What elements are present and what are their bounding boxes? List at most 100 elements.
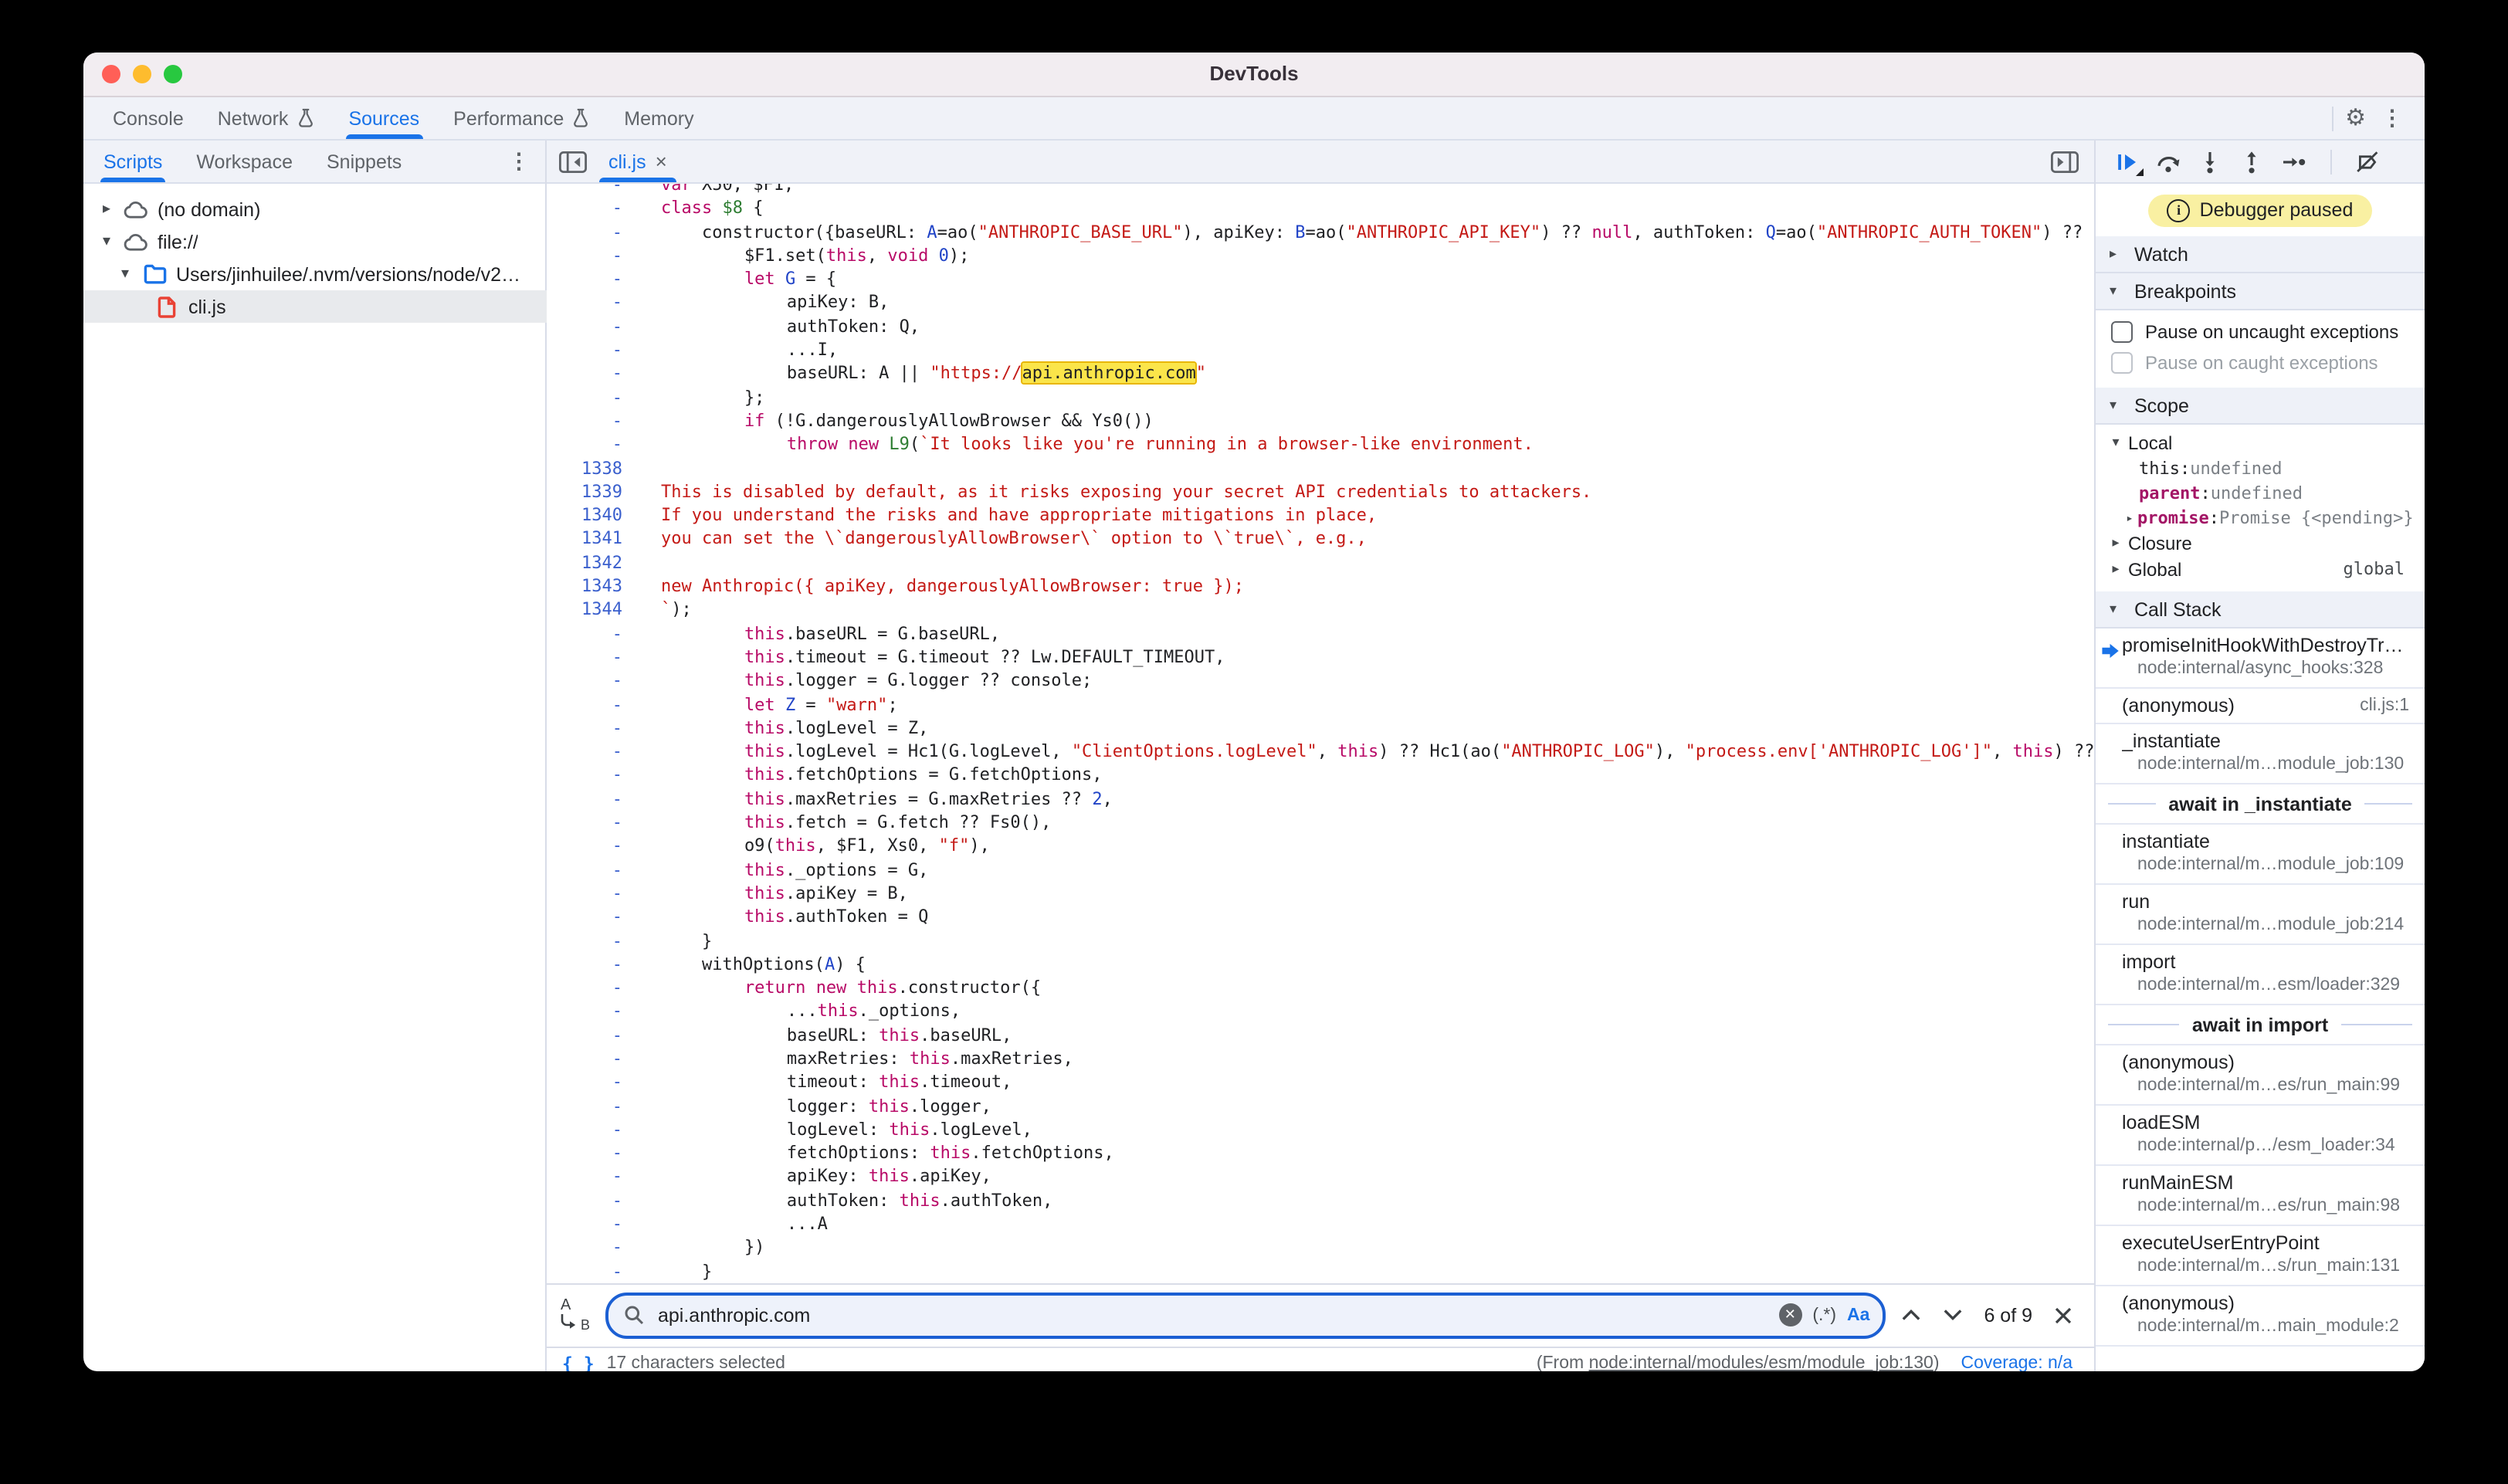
chevron-down-icon[interactable]: ▾ bbox=[99, 233, 114, 250]
coverage-link[interactable]: Coverage: n/a bbox=[1961, 1355, 2073, 1371]
callstack-frame[interactable]: (anonymous)node:internal/m…es/run_main:9… bbox=[2096, 1045, 2425, 1106]
line-gutter[interactable]: - bbox=[547, 717, 622, 740]
chevron-right-icon[interactable]: ▸ bbox=[2108, 534, 2123, 551]
breakpoint-option[interactable]: Pause on uncaught exceptions bbox=[2096, 317, 2425, 347]
line-gutter[interactable]: 1339 bbox=[547, 480, 622, 504]
collapse-right-panel-icon[interactable] bbox=[2051, 151, 2079, 172]
line-gutter[interactable]: - bbox=[547, 1212, 622, 1236]
line-gutter[interactable]: 1340 bbox=[547, 503, 622, 527]
main-tab-memory[interactable]: Memory bbox=[607, 97, 710, 139]
scope-prop-this[interactable]: this: undefined bbox=[2096, 456, 2425, 480]
scope-prop-promise[interactable]: ▸promise: Promise {<pending>} bbox=[2096, 505, 2425, 530]
line-gutter[interactable]: - bbox=[547, 385, 622, 409]
line-gutter[interactable]: - bbox=[547, 338, 622, 362]
main-tab-performance[interactable]: Performance bbox=[436, 97, 607, 139]
replace-toggle-icon[interactable]: A B bbox=[559, 1300, 590, 1331]
resume-icon[interactable] bbox=[2114, 149, 2139, 174]
scope-group-local[interactable]: ▾Local bbox=[2096, 429, 2425, 456]
main-tab-network[interactable]: Network bbox=[201, 97, 332, 139]
line-gutter[interactable]: - bbox=[547, 362, 622, 386]
line-gutter[interactable]: - bbox=[547, 953, 622, 977]
breakpoint-option[interactable]: Pause on caught exceptions bbox=[2096, 347, 2425, 378]
callstack-frame[interactable]: loadESMnode:internal/p…/esm_loader:34 bbox=[2096, 1106, 2425, 1166]
section-scope[interactable]: ▾ Scope bbox=[2096, 388, 2425, 425]
line-gutter[interactable]: - bbox=[547, 1236, 622, 1260]
scope-group-global[interactable]: ▸Globalglobal bbox=[2096, 556, 2425, 582]
navigator-tab-scripts[interactable]: Scripts bbox=[86, 141, 179, 182]
code-editor[interactable]: -var X50, $F1;-class $8 {-constructor({b… bbox=[547, 184, 2094, 1283]
callstack-frame[interactable]: executeUserEntryPointnode:internal/m…s/r… bbox=[2096, 1226, 2425, 1286]
navigator-more-icon[interactable]: ⋮ bbox=[499, 148, 539, 174]
step-out-icon[interactable] bbox=[2239, 149, 2264, 174]
step-icon[interactable] bbox=[2281, 149, 2307, 174]
line-gutter[interactable]: - bbox=[547, 1141, 622, 1165]
pretty-print-icon[interactable]: { } bbox=[562, 1354, 595, 1371]
line-gutter[interactable]: - bbox=[547, 787, 622, 811]
callstack-frame[interactable]: runMainESMnode:internal/m…es/run_main:98 bbox=[2096, 1166, 2425, 1226]
line-gutter[interactable]: - bbox=[547, 1047, 622, 1071]
more-menu-icon[interactable]: ⋮ bbox=[2372, 105, 2412, 131]
line-gutter[interactable]: - bbox=[547, 645, 622, 669]
line-gutter[interactable]: - bbox=[547, 1023, 622, 1047]
line-gutter[interactable]: - bbox=[547, 1118, 622, 1142]
line-gutter[interactable]: - bbox=[547, 1094, 622, 1118]
source-origin-link[interactable]: node:internal/modules/esm/module_job:130 bbox=[1589, 1355, 1934, 1371]
line-gutter[interactable]: - bbox=[547, 267, 622, 291]
chevron-right-icon[interactable]: ▸ bbox=[2108, 561, 2123, 578]
line-gutter[interactable]: - bbox=[547, 905, 622, 929]
line-gutter[interactable]: 1342 bbox=[547, 551, 622, 575]
line-gutter[interactable]: - bbox=[547, 882, 622, 906]
line-gutter[interactable]: - bbox=[547, 764, 622, 788]
line-gutter[interactable]: - bbox=[547, 244, 622, 268]
line-gutter[interactable]: - bbox=[547, 740, 622, 764]
chevron-down-icon[interactable]: ▾ bbox=[117, 266, 133, 283]
main-tab-console[interactable]: Console bbox=[96, 97, 201, 139]
line-gutter[interactable]: 1341 bbox=[547, 527, 622, 551]
line-gutter[interactable]: - bbox=[547, 433, 622, 457]
checkbox[interactable] bbox=[2111, 321, 2133, 343]
editor-tab-clijs[interactable]: cli.js × bbox=[593, 141, 683, 182]
match-case-toggle[interactable]: Aa bbox=[1847, 1306, 1869, 1325]
line-gutter[interactable]: - bbox=[547, 835, 622, 859]
callstack-frame[interactable]: runnode:internal/m…module_job:214 bbox=[2096, 885, 2425, 945]
settings-gear-icon[interactable]: ⚙ bbox=[2345, 107, 2366, 130]
callstack-frame[interactable]: (anonymous)cli.js:1 bbox=[2096, 689, 2425, 724]
chevron-right-icon[interactable]: ▸ bbox=[99, 201, 114, 218]
line-gutter[interactable]: - bbox=[547, 669, 622, 693]
scope-prop-parent[interactable]: parent: undefined bbox=[2096, 480, 2425, 505]
chevron-up-icon[interactable] bbox=[1900, 1309, 1920, 1323]
search-input[interactable] bbox=[655, 1303, 1767, 1328]
line-gutter[interactable]: 1338 bbox=[547, 456, 622, 480]
line-gutter[interactable]: - bbox=[547, 291, 622, 315]
chevron-right-icon[interactable]: ▸ bbox=[2122, 510, 2137, 524]
section-breakpoints[interactable]: ▾ Breakpoints bbox=[2096, 273, 2425, 310]
callstack-frame[interactable]: importnode:internal/m…esm/loader:329 bbox=[2096, 945, 2425, 1005]
close-tab-icon[interactable]: × bbox=[656, 150, 667, 173]
chevron-down-icon[interactable] bbox=[1942, 1309, 1962, 1323]
callstack-frame[interactable]: (anonymous)node:internal/m…main_module:2 bbox=[2096, 1286, 2425, 1347]
tree-item-cli-js[interactable]: cli.js bbox=[83, 290, 608, 323]
line-gutter[interactable]: - bbox=[547, 1259, 622, 1283]
callstack-frame[interactable]: instantiatenode:internal/m…module_job:10… bbox=[2096, 825, 2425, 885]
section-watch[interactable]: ▸ Watch bbox=[2096, 236, 2425, 273]
line-gutter[interactable]: - bbox=[547, 693, 622, 717]
line-gutter[interactable]: - bbox=[547, 858, 622, 882]
tree-item--no-domain-[interactable]: ▸(no domain) bbox=[83, 193, 545, 225]
line-gutter[interactable]: - bbox=[547, 1071, 622, 1095]
chevron-down-icon[interactable]: ▾ bbox=[2108, 434, 2123, 451]
line-gutter[interactable]: 1343 bbox=[547, 574, 622, 598]
line-gutter[interactable]: - bbox=[547, 315, 622, 339]
line-gutter[interactable]: - bbox=[547, 929, 622, 953]
line-gutter[interactable]: - bbox=[547, 184, 622, 197]
clear-icon[interactable]: ✕ bbox=[1778, 1304, 1801, 1327]
deactivate-breakpoints-icon[interactable] bbox=[2355, 149, 2380, 174]
callstack-frame[interactable]: _instantiatenode:internal/m…module_job:1… bbox=[2096, 724, 2425, 784]
scope-group-closure[interactable]: ▸Closure bbox=[2096, 530, 2425, 556]
tree-item-file-[interactable]: ▾file:// bbox=[83, 225, 545, 258]
tree-item-users-jinhuilee-nvm-versions-node-v2-[interactable]: ▾Users/jinhuilee/.nvm/versions/node/v2… bbox=[83, 258, 545, 290]
navigator-tab-workspace[interactable]: Workspace bbox=[179, 141, 310, 182]
line-gutter[interactable]: - bbox=[547, 409, 622, 433]
line-gutter[interactable]: - bbox=[547, 197, 622, 221]
search-box[interactable]: ✕ (.*) Aa bbox=[605, 1293, 1885, 1339]
line-gutter[interactable]: - bbox=[547, 1165, 622, 1189]
